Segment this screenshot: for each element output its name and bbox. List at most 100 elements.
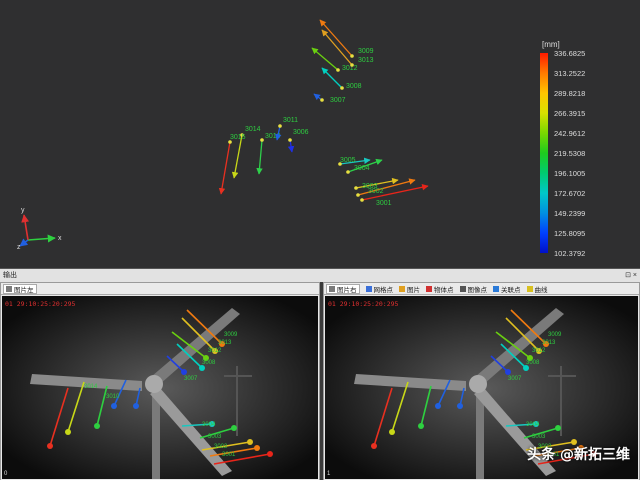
point-label: 3008 (346, 83, 362, 90)
colorbar-tick: 172.6702 (554, 189, 586, 198)
camera-point (133, 403, 139, 409)
colorbar-tick: 125.8095 (554, 229, 586, 238)
camera-point (389, 429, 395, 435)
camera-point-label: 3014 (84, 384, 98, 390)
toolbar-linked-points[interactable]: 关联点 (493, 284, 521, 294)
turbine-tower (152, 391, 160, 479)
measure-point (278, 124, 282, 128)
point-label: 3014 (245, 126, 261, 133)
turbine-tower (476, 391, 484, 479)
camera-point-label: 3004 (202, 422, 216, 428)
panel-title-text: 输出 (3, 272, 17, 279)
axis-triad-z (19, 238, 29, 247)
camera-point-label: 3007 (508, 376, 522, 382)
camera-point-label: 3010 (106, 394, 120, 400)
camera-point (94, 423, 100, 429)
image-icon (6, 285, 12, 292)
colorbar-gradient (540, 53, 548, 253)
camera-point (555, 425, 561, 431)
camera-point (418, 423, 424, 429)
measure-point (346, 170, 350, 174)
colorbar-tick: 242.9612 (554, 129, 586, 138)
point-label: 3003 (362, 183, 378, 190)
toolbar-object-points[interactable]: 物体点 (426, 284, 454, 294)
toolbar-grid-points[interactable]: 网格点 (365, 284, 393, 294)
camera-point-label: 3003 (208, 434, 222, 440)
toolbar-label: 物体点 (434, 286, 454, 294)
camera-point-label: 3012 (532, 348, 546, 354)
turbine-hub (469, 375, 487, 393)
camera-point (47, 443, 53, 449)
point-label: 3009 (358, 48, 374, 55)
camera-point (65, 429, 71, 435)
grid-icon (365, 285, 372, 292)
axis-label: y (21, 207, 25, 214)
camera-point (435, 403, 441, 409)
camera-point-label: 3009 (224, 332, 238, 338)
colorbar-tick: 336.6825 (554, 49, 586, 58)
axis-label: z (17, 244, 21, 251)
vector-arrow (256, 139, 263, 175)
left-camera-view[interactable]: 3009 3013 3012 3008 3007 3014 3010 3004 3003 3002… (2, 296, 318, 479)
colorbar-unit: [mm] (542, 40, 560, 49)
point-label: 3015 (230, 134, 246, 141)
toolbar-label: 曲线 (534, 286, 548, 294)
toolbar-image[interactable]: 图片 (399, 284, 420, 294)
measure-point (336, 68, 340, 72)
left-camera-index: 0 (4, 471, 8, 477)
turbine-hub (145, 375, 163, 393)
3d-viewer[interactable]: 3001 3002 3003 3004 3005 3006 3007 3008 3009 3010… (0, 0, 640, 268)
measure-point (350, 54, 354, 58)
camera-point-label: 3007 (184, 376, 198, 382)
camera-point (254, 445, 260, 451)
link-icon (493, 285, 499, 292)
point-label: 3007 (330, 97, 346, 104)
camera-point (505, 369, 511, 375)
camera-point-label: 3001 (222, 452, 236, 458)
vector-arrow (218, 141, 231, 195)
point-label: 3001 (376, 200, 392, 207)
right-camera-index: 1 (327, 471, 331, 477)
toolbar-curve[interactable]: 曲线 (526, 284, 548, 294)
image-icon (329, 285, 335, 292)
colorbar-tick: 196.1005 (554, 169, 586, 178)
image-point-icon (459, 285, 466, 292)
measure-point (260, 138, 264, 142)
point-label: 3013 (358, 57, 374, 64)
left-image-panel: 图片左 3009 3013 3012 3008 3007 3014 3010 3004 3003… (0, 282, 320, 480)
colorbar-tick: 219.5308 (554, 149, 586, 158)
measure-point (360, 198, 364, 202)
axis-triad-x (27, 234, 56, 243)
vector-arrow (311, 47, 339, 71)
color-legend: [mm] 336.6825 313.2522 289.8218 266.3915 242… (538, 40, 640, 258)
output-panel: 输出 ⊡ × 图片左 3009 3013 3012 3008 3007 3014 3010 3… (0, 268, 640, 480)
camera-point-label: 3003 (532, 434, 546, 440)
measure-point (320, 98, 324, 102)
left-tabbar: 图片左 (1, 283, 319, 295)
panel-controls[interactable]: ⊡ × (625, 269, 637, 282)
axis-label: x (58, 235, 62, 242)
toolbar-image-points[interactable]: 图像点 (459, 284, 488, 294)
measure-point (340, 86, 344, 90)
tab-left-label: 图片左 (14, 286, 34, 294)
vector-arrow (319, 19, 353, 57)
vector-arrow (231, 134, 243, 179)
toolbar-label: 图像点 (467, 286, 488, 294)
left-camera-overlay: 3009 3013 3012 3008 3007 3014 3010 3004 3003 3002… (2, 296, 318, 479)
point-label: 3004 (354, 165, 370, 172)
tab-left-image[interactable]: 图片左 (3, 283, 37, 294)
point-label: 3006 (293, 129, 309, 136)
measure-point (288, 138, 292, 142)
tab-right-image[interactable]: 图片右 (326, 283, 360, 294)
toolbar-label: 关联点 (501, 286, 521, 294)
tab-right-label: 图片右 (337, 286, 357, 294)
camera-point (181, 369, 187, 375)
curve-icon (526, 285, 533, 292)
camera-point (267, 451, 273, 457)
camera-point (231, 425, 237, 431)
camera-point-label: 3013 (218, 340, 232, 346)
point-label: 3012 (342, 65, 358, 72)
picture-icon (399, 285, 405, 292)
colorbar-tick: 313.2522 (554, 69, 586, 78)
point-label: 3005 (340, 157, 356, 164)
